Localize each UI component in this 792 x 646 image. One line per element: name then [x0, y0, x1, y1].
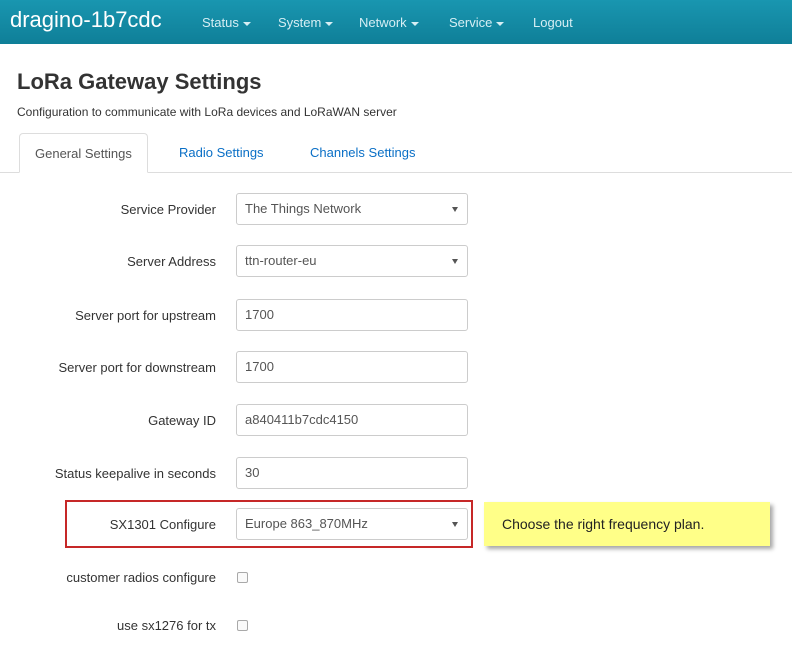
caret-down-icon — [410, 21, 419, 26]
keepalive-input[interactable]: 30 — [236, 457, 468, 489]
server-address-value: ttn-router-eu — [245, 253, 317, 268]
downstream-port-row: Server port for downstream 1700 — [0, 351, 792, 385]
service-provider-select[interactable]: The Things Network — [236, 193, 468, 225]
server-address-select[interactable]: ttn-router-eu — [236, 245, 468, 277]
menu-status-label: Status — [202, 15, 239, 30]
brand-title[interactable]: dragino-1b7cdc — [10, 6, 162, 34]
use-sx1276-checkbox[interactable] — [237, 620, 248, 631]
sx1301-highlight-box — [65, 500, 473, 548]
gateway-id-input[interactable]: a840411b7cdc4150 — [236, 404, 468, 436]
service-provider-label: Service Provider — [120, 202, 216, 217]
menu-logout[interactable]: Logout — [533, 15, 573, 31]
server-address-row: Server Address ttn-router-eu — [0, 245, 792, 279]
upstream-port-label: Server port for upstream — [75, 308, 216, 323]
top-navbar: dragino-1b7cdc Status System Network Ser… — [0, 0, 792, 44]
gateway-id-row: Gateway ID a840411b7cdc4150 — [0, 404, 792, 438]
tab-radio-settings[interactable]: Radio Settings — [179, 133, 264, 173]
customer-radios-checkbox[interactable] — [237, 572, 248, 583]
tab-general-settings[interactable]: General Settings — [19, 133, 148, 173]
menu-network[interactable]: Network — [359, 15, 419, 31]
menu-system[interactable]: System — [278, 15, 334, 31]
upstream-port-input[interactable]: 1700 — [236, 299, 468, 331]
gateway-id-label: Gateway ID — [148, 413, 216, 428]
keepalive-value: 30 — [245, 465, 260, 480]
menu-system-label: System — [278, 15, 322, 30]
menu-status[interactable]: Status — [202, 15, 251, 31]
caret-down-icon — [325, 21, 334, 26]
dropdown-arrow-icon — [452, 207, 458, 212]
page-title: LoRa Gateway Settings — [17, 69, 262, 94]
page-description: Configuration to communicate with LoRa d… — [17, 105, 397, 119]
use-sx1276-label: use sx1276 for tx — [117, 618, 216, 633]
caret-down-icon — [242, 21, 251, 26]
keepalive-row: Status keepalive in seconds 30 — [0, 457, 792, 491]
menu-service-label: Service — [449, 15, 493, 30]
use-sx1276-row: use sx1276 for tx — [0, 609, 792, 643]
caret-down-icon — [496, 21, 505, 26]
upstream-port-row: Server port for upstream 1700 — [0, 299, 792, 333]
menu-service[interactable]: Service — [449, 15, 505, 31]
dropdown-arrow-icon — [452, 259, 458, 264]
downstream-port-label: Server port for downstream — [58, 360, 216, 375]
customer-radios-row: customer radios configure — [0, 561, 792, 595]
service-provider-value: The Things Network — [245, 201, 362, 216]
server-address-label: Server Address — [127, 254, 216, 269]
tab-channels-settings[interactable]: Channels Settings — [310, 133, 416, 173]
keepalive-label: Status keepalive in seconds — [54, 466, 216, 481]
menu-logout-label: Logout — [533, 15, 573, 30]
gateway-id-value: a840411b7cdc4150 — [245, 412, 359, 427]
frequency-plan-callout: Choose the right frequency plan. — [484, 502, 770, 546]
upstream-port-value: 1700 — [245, 307, 274, 322]
customer-radios-label: customer radios configure — [66, 570, 216, 585]
downstream-port-value: 1700 — [245, 359, 274, 374]
downstream-port-input[interactable]: 1700 — [236, 351, 468, 383]
service-provider-row: Service Provider The Things Network — [0, 193, 792, 227]
menu-network-label: Network — [359, 15, 407, 30]
